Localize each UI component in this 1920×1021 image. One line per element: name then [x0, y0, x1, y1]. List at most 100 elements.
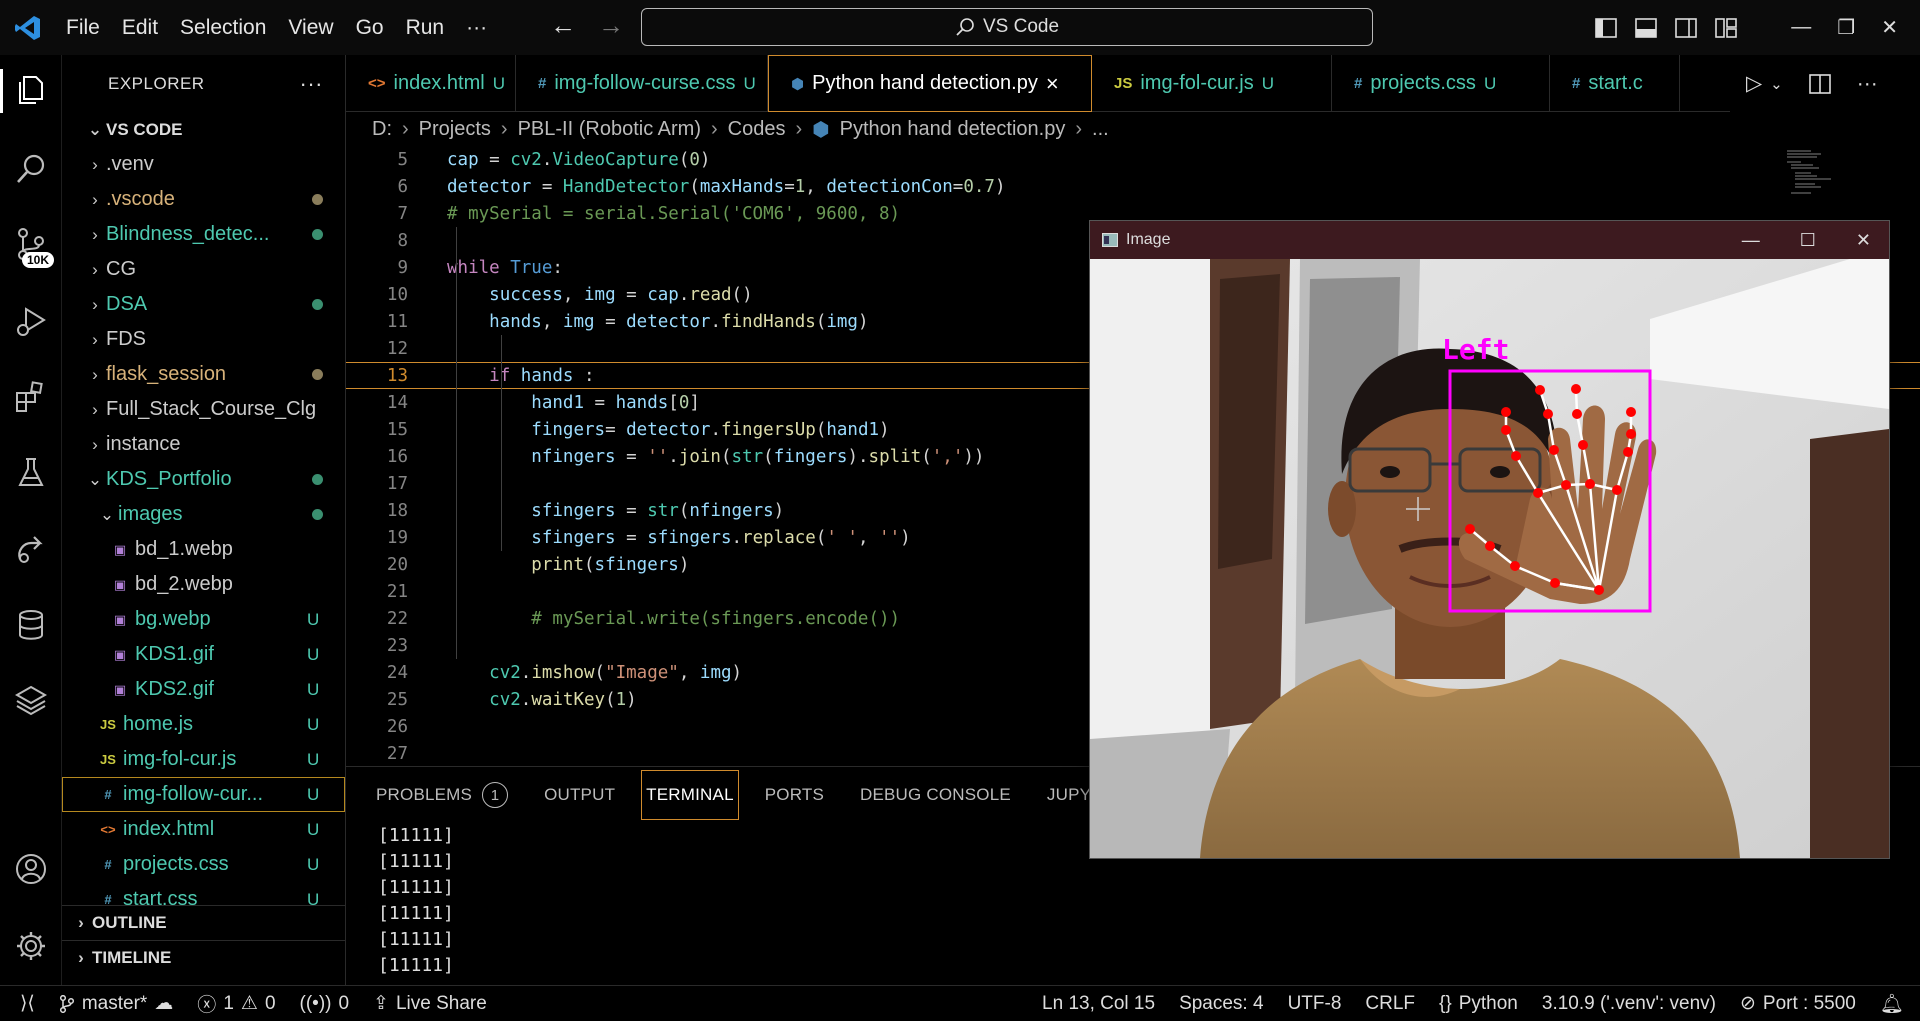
image-close-icon[interactable]: ✕ — [1856, 230, 1871, 251]
live-share-icon[interactable] — [14, 533, 48, 567]
database-icon[interactable] — [14, 608, 48, 642]
language-mode[interactable]: {} Python — [1427, 993, 1530, 1015]
tree-item[interactable]: ▣ bd_2.webp — [62, 567, 345, 602]
toggle-panel-icon[interactable] — [1635, 17, 1658, 38]
outline-section[interactable]: › OUTLINE — [62, 905, 345, 940]
menu-selection[interactable]: Selection — [169, 16, 277, 40]
breadcrumb-item[interactable]: PBL-II (Robotic Arm) — [518, 118, 701, 141]
breadcrumb-item[interactable]: Codes — [728, 118, 786, 141]
explorer-icon[interactable] — [14, 73, 48, 107]
panel-tab[interactable]: PROBLEMS 1 — [358, 767, 526, 823]
extensions-icon[interactable] — [14, 380, 48, 414]
python-interpreter[interactable]: 3.10.9 ('.venv': venv) — [1530, 993, 1728, 1015]
tree-item[interactable]: › .vscode — [62, 182, 345, 217]
editor-tab[interactable]: ⬢ Python hand detection.py × — [768, 55, 1092, 112]
breadcrumb-item[interactable]: ... — [1092, 118, 1109, 141]
more-actions-icon[interactable]: ··· — [1857, 72, 1878, 96]
panel-tab[interactable]: OUTPUT — [526, 767, 633, 823]
minimap[interactable] — [1787, 148, 1847, 198]
menu-edit[interactable]: Edit — [111, 16, 169, 40]
indentation[interactable]: Spaces: 4 — [1167, 993, 1276, 1015]
editor-tab[interactable]: # img-follow-curse.css U — [516, 55, 768, 112]
image-maximize-icon[interactable]: ☐ — [1800, 230, 1816, 251]
testing-icon[interactable] — [14, 455, 48, 489]
back-arrow-icon[interactable]: ← — [550, 10, 576, 41]
workspace-root[interactable]: ⌄ VS CODE — [62, 112, 345, 147]
tree-item[interactable]: # projects.css U — [62, 847, 345, 882]
breadcrumb-item[interactable]: D: — [372, 118, 392, 141]
forward-arrow-icon[interactable]: → — [598, 10, 624, 41]
run-dropdown-icon[interactable]: ⌄ — [1770, 75, 1783, 93]
panel-tab[interactable]: TERMINAL — [641, 770, 739, 820]
split-editor-icon[interactable] — [1808, 73, 1831, 94]
editor-tab[interactable]: JS img-fol-cur.js U — [1092, 55, 1332, 112]
code-token: , — [857, 527, 880, 548]
layers-icon[interactable] — [14, 683, 48, 717]
tree-item[interactable]: › instance — [62, 427, 345, 462]
code-token: img — [584, 284, 616, 305]
tree-item[interactable]: JS home.js U — [62, 707, 345, 742]
tree-item[interactable]: ▣ KDS1.gif U — [62, 637, 345, 672]
editor-tab[interactable]: # start.c — [1550, 55, 1680, 112]
tree-item[interactable]: <> index.html U — [62, 812, 345, 847]
tree-item[interactable]: ▣ bg.webp U — [62, 602, 345, 637]
menu-go[interactable]: Go — [345, 16, 395, 40]
minimize-icon[interactable]: — — [1791, 16, 1811, 39]
encoding[interactable]: UTF-8 — [1276, 993, 1354, 1015]
image-minimize-icon[interactable]: — — [1742, 230, 1760, 251]
cursor-position[interactable]: Ln 13, Col 15 — [1030, 993, 1167, 1015]
notifications[interactable]: 🔔︎ — [1868, 992, 1920, 1016]
end-of-line[interactable]: CRLF — [1353, 993, 1427, 1015]
editor-tab[interactable]: <> index.html U — [346, 55, 516, 112]
timeline-section[interactable]: › TIMELINE — [62, 940, 345, 975]
error-count: 1 — [223, 992, 234, 1014]
toggle-primary-sidebar-icon[interactable] — [1595, 17, 1618, 38]
settings-gear-icon[interactable] — [14, 929, 48, 963]
tree-item[interactable]: ⌄ KDS_Portfolio — [62, 462, 345, 497]
tree-item[interactable]: › flask_session — [62, 357, 345, 392]
code-token: fingersUp — [720, 419, 816, 440]
tree-item[interactable]: › Blindness_detec... — [62, 217, 345, 252]
menu-more[interactable]: ··· — [455, 16, 498, 40]
tree-item[interactable]: › DSA — [62, 287, 345, 322]
tree-item[interactable]: › .venv — [62, 147, 345, 182]
code-token: maxHands — [699, 176, 785, 197]
chevron-right-icon: › — [92, 259, 98, 279]
git-branch[interactable]: master* ☁ — [47, 992, 185, 1015]
tree-item[interactable]: JS img-fol-cur.js U — [62, 742, 345, 777]
live-server-port[interactable]: ⊘ Port : 5500 — [1728, 992, 1868, 1015]
customize-layout-icon[interactable] — [1715, 17, 1738, 38]
opencv-image-window[interactable]: Image — ☐ ✕ Left — [1089, 220, 1890, 859]
toggle-secondary-sidebar-icon[interactable] — [1675, 17, 1698, 38]
tree-item[interactable]: › FDS — [62, 322, 345, 357]
search-sidebar-icon[interactable] — [14, 152, 48, 186]
breadcrumb-item[interactable]: Python hand detection.py — [840, 118, 1066, 141]
problems-indicator[interactable]: ⓧ 1 ⚠ 0 — [185, 990, 287, 1017]
tree-item[interactable]: ▣ bd_1.webp — [62, 532, 345, 567]
tree-item[interactable]: › CG — [62, 252, 345, 287]
account-icon[interactable] — [14, 852, 48, 886]
editor-tab[interactable]: # projects.css U — [1332, 55, 1550, 112]
tree-item[interactable]: # img-follow-cur... U — [62, 777, 345, 812]
remote-indicator[interactable]: ⟩⟨ — [0, 992, 47, 1015]
code-token: hands — [520, 365, 574, 386]
menu-run[interactable]: Run — [395, 16, 456, 40]
run-debug-icon[interactable] — [14, 303, 48, 337]
tree-item[interactable]: ▣ KDS2.gif U — [62, 672, 345, 707]
menu-view[interactable]: View — [277, 16, 344, 40]
run-python-icon[interactable]: ▷ — [1746, 71, 1762, 96]
panel-tab[interactable]: PORTS — [747, 767, 842, 823]
tree-item[interactable]: › Full_Stack_Course_Clg — [62, 392, 345, 427]
ports-indicator[interactable]: ((•)) 0 — [288, 993, 362, 1015]
close-icon[interactable]: ✕ — [1881, 15, 1898, 40]
menu-file[interactable]: File — [55, 16, 111, 40]
workspace-root-label: VS CODE — [106, 119, 183, 139]
live-share-status[interactable]: ⇪ Live Share — [361, 992, 499, 1015]
command-center[interactable]: VS Code — [641, 8, 1373, 46]
panel-tab[interactable]: DEBUG CONSOLE — [842, 767, 1029, 823]
restore-icon[interactable]: ❐ — [1837, 15, 1855, 40]
tab-close-icon[interactable]: × — [1046, 71, 1059, 97]
explorer-more-icon[interactable]: ··· — [300, 71, 323, 97]
tree-item[interactable]: ⌄ images — [62, 497, 345, 532]
breadcrumb-item[interactable]: Projects — [419, 118, 491, 141]
